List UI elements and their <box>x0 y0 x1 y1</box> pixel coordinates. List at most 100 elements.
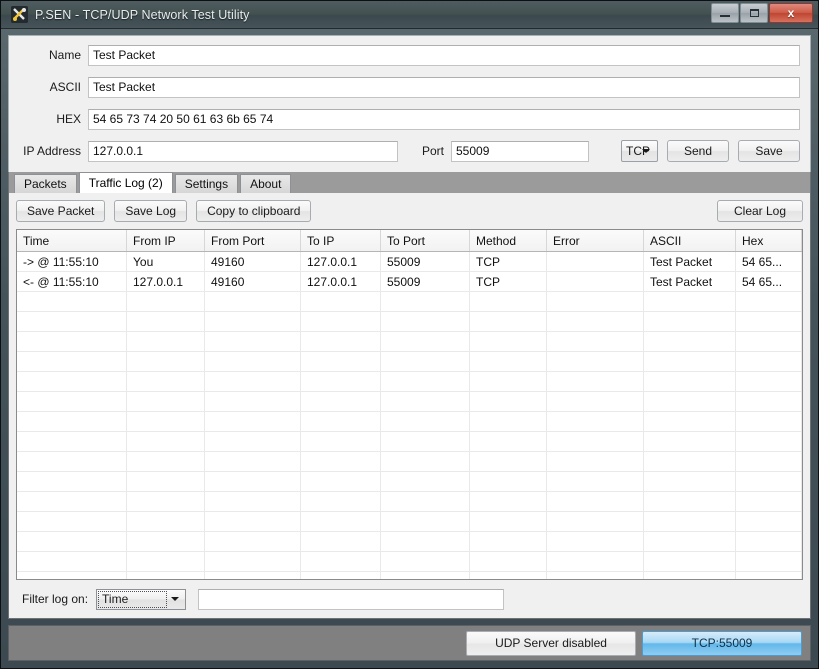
cell-empty <box>736 452 802 472</box>
cell-empty <box>205 512 301 532</box>
cell-ascii: Test Packet <box>644 252 736 272</box>
cell-empty <box>470 332 547 352</box>
save-button[interactable]: Save <box>738 140 800 163</box>
cell-empty <box>301 312 381 332</box>
table-row-empty[interactable] <box>17 392 802 413</box>
close-button[interactable]: x <box>769 3 813 23</box>
tcp-server-status[interactable]: TCP:55009 <box>642 630 802 656</box>
filter-text-input[interactable] <box>198 588 505 610</box>
cell-empty <box>205 552 301 572</box>
cell-empty <box>127 332 205 352</box>
cell-empty <box>17 332 127 352</box>
ip-address-input[interactable] <box>88 140 398 162</box>
app-icon <box>11 6 28 24</box>
filter-field-dropdown[interactable]: Time <box>96 588 187 610</box>
grid-empty-rows <box>17 292 802 580</box>
cell-empty <box>547 352 644 372</box>
cell-empty <box>470 512 547 532</box>
cell-empty <box>644 512 736 532</box>
cell-empty <box>205 312 301 332</box>
send-button[interactable]: Send <box>667 140 729 163</box>
cell-empty <box>381 352 470 372</box>
table-row-empty[interactable] <box>17 332 802 353</box>
table-row-empty[interactable] <box>17 532 802 553</box>
tab-about[interactable]: About <box>240 174 292 194</box>
udp-server-status[interactable]: UDP Server disabled <box>466 630 636 656</box>
name-input[interactable] <box>88 44 800 66</box>
table-row-empty[interactable] <box>17 292 802 313</box>
table-row-empty[interactable] <box>17 472 802 493</box>
column-header-from-ip[interactable]: From IP <box>127 230 205 252</box>
cell-empty <box>127 312 205 332</box>
cell-empty <box>470 552 547 572</box>
table-row-empty[interactable] <box>17 312 802 333</box>
minimize-icon <box>720 15 730 17</box>
cell-empty <box>127 432 205 452</box>
table-row-empty[interactable] <box>17 492 802 513</box>
column-header-to-ip[interactable]: To IP <box>301 230 381 252</box>
cell-from-ip: 127.0.0.1 <box>127 272 205 292</box>
ascii-input[interactable] <box>88 76 800 98</box>
cell-empty <box>301 572 381 580</box>
column-header-time[interactable]: Time <box>17 230 127 252</box>
column-header-hex[interactable]: Hex <box>736 230 802 252</box>
cell-empty <box>736 392 802 412</box>
hex-input[interactable] <box>88 108 800 130</box>
cell-empty <box>205 372 301 392</box>
protocol-dropdown[interactable]: TCP <box>621 140 658 163</box>
table-row-empty[interactable] <box>17 352 802 373</box>
table-row-empty[interactable] <box>17 572 802 580</box>
cell-empty <box>470 372 547 392</box>
table-row[interactable]: <- @ 11:55:10 127.0.0.1 49160 127.0.0.1 … <box>17 272 802 293</box>
cell-empty <box>547 372 644 392</box>
cell-empty <box>644 552 736 572</box>
tab-packets[interactable]: Packets <box>14 174 77 194</box>
cell-empty <box>644 432 736 452</box>
traffic-log-grid[interactable]: Time From IP From Port To IP To Port Met… <box>16 229 803 580</box>
cell-empty <box>17 372 127 392</box>
title-bar: P.SEN - TCP/UDP Network Test Utility x <box>1 1 818 30</box>
table-row[interactable]: -> @ 11:55:10 You 49160 127.0.0.1 55009 … <box>17 252 802 273</box>
column-header-to-port[interactable]: To Port <box>381 230 470 252</box>
column-header-method[interactable]: Method <box>470 230 547 252</box>
column-header-ascii[interactable]: ASCII <box>644 230 736 252</box>
cell-empty <box>736 532 802 552</box>
maximize-button[interactable] <box>740 3 768 23</box>
cell-empty <box>736 372 802 392</box>
cell-empty <box>205 292 301 312</box>
cell-to-ip: 127.0.0.1 <box>301 252 381 272</box>
table-row-empty[interactable] <box>17 512 802 533</box>
tab-settings[interactable]: Settings <box>174 174 239 194</box>
cell-empty <box>127 372 205 392</box>
cell-empty <box>470 412 547 432</box>
table-row-empty[interactable] <box>17 432 802 453</box>
cell-empty <box>547 552 644 572</box>
save-log-button[interactable]: Save Log <box>114 199 188 222</box>
save-packet-button[interactable]: Save Packet <box>16 199 106 222</box>
maximize-icon <box>749 9 759 17</box>
minimize-button[interactable] <box>711 3 739 23</box>
tab-traffic-log[interactable]: Traffic Log (2) <box>78 172 173 194</box>
clear-log-button[interactable]: Clear Log <box>717 199 803 222</box>
port-input[interactable] <box>451 140 589 162</box>
cell-empty <box>127 392 205 412</box>
packet-form-panel: Name ASCII HEX IP Address Port TCP <box>8 35 811 173</box>
cell-empty <box>644 372 736 392</box>
cell-empty <box>17 572 127 580</box>
column-header-from-port[interactable]: From Port <box>205 230 301 252</box>
ascii-label: ASCII <box>49 80 81 95</box>
copy-to-clipboard-button[interactable]: Copy to clipboard <box>196 199 312 222</box>
cell-empty <box>301 452 381 472</box>
table-row-empty[interactable] <box>17 552 802 573</box>
table-row-empty[interactable] <box>17 452 802 473</box>
cell-empty <box>17 472 127 492</box>
cell-empty <box>127 532 205 552</box>
cell-empty <box>381 432 470 452</box>
table-row-empty[interactable] <box>17 372 802 393</box>
cell-error <box>547 252 644 272</box>
column-header-error[interactable]: Error <box>547 230 644 252</box>
table-row-empty[interactable] <box>17 412 802 433</box>
cell-empty <box>470 292 547 312</box>
cell-empty <box>644 412 736 432</box>
port-label: Port <box>421 144 444 159</box>
